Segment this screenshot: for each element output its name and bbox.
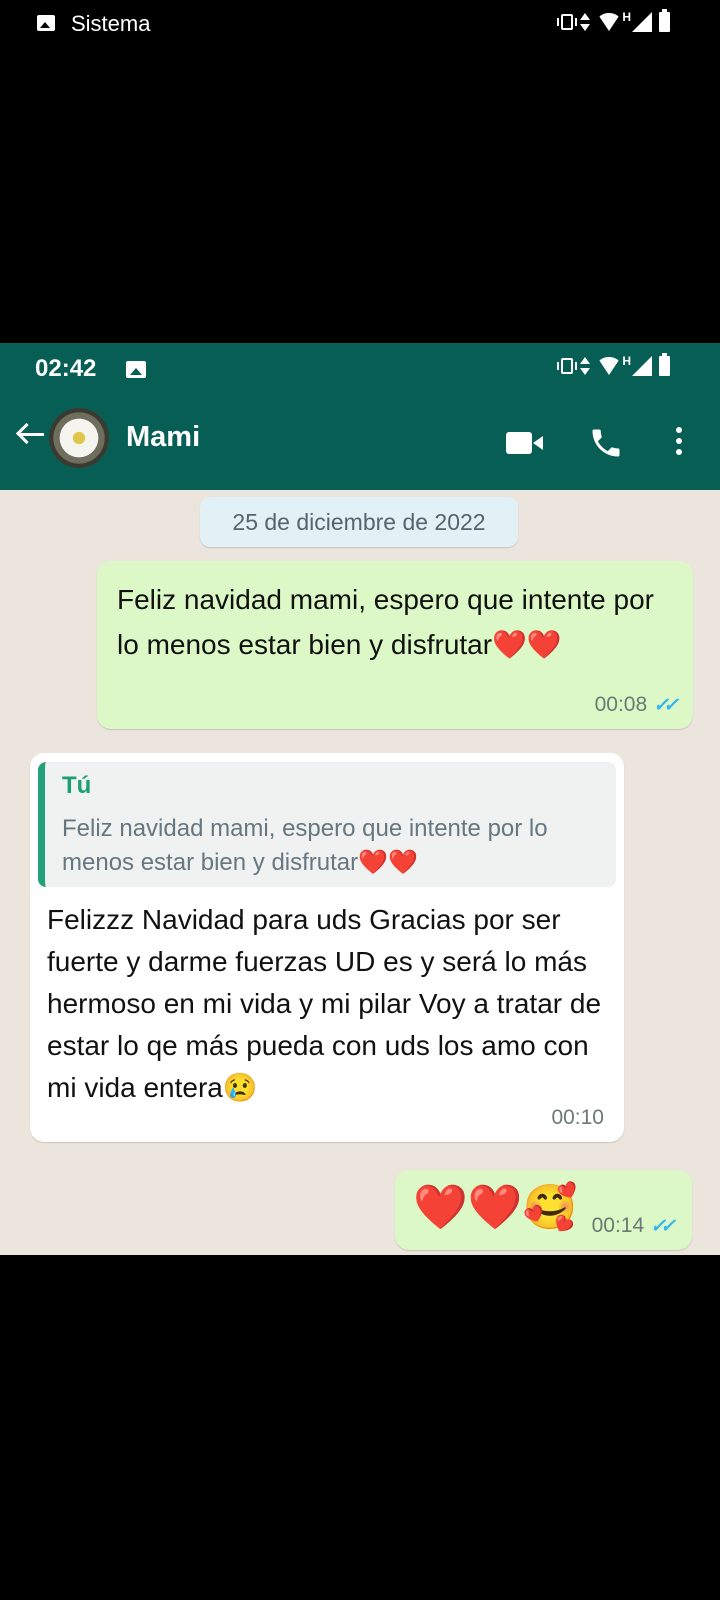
message-bubble-outgoing[interactable]: Feliz navidad mami, espero que intente p… [97, 561, 693, 729]
quoted-author: Tú [62, 772, 92, 799]
message-time: 00:10 [551, 1106, 604, 1129]
signal-icon [632, 356, 652, 376]
signal-icon [632, 12, 652, 32]
system-status-bar: Sistema H [0, 0, 720, 52]
battery-icon [659, 9, 670, 32]
chat-header: 02:42 H Mami [0, 343, 720, 490]
more-menu-icon[interactable] [674, 427, 684, 461]
double-check-icon: ✓✓ [653, 694, 679, 716]
message-time: 00:08 [594, 693, 648, 716]
network-type: H [622, 10, 631, 24]
contact-name[interactable]: Mami [126, 421, 200, 454]
data-arrows-icon [580, 357, 591, 375]
video-call-icon[interactable] [506, 432, 543, 454]
data-arrows-icon [580, 13, 591, 31]
message-bubble-incoming[interactable]: Tú Feliz navidad mami, espero que intent… [30, 753, 624, 1142]
message-text: ❤️❤️🥰 [413, 1183, 578, 1232]
message-time: 00:14 [591, 1214, 645, 1237]
phone-icon[interactable] [588, 425, 624, 461]
wifi-icon [597, 357, 622, 375]
message-text: Feliz navidad mami, espero que intente p… [117, 584, 654, 660]
message-meta: 00:14 ✓✓ [591, 1214, 676, 1238]
image-icon [126, 361, 146, 378]
message-bubble-outgoing[interactable]: ❤️❤️🥰 00:14 ✓✓ [395, 1170, 692, 1250]
image-icon [37, 15, 55, 31]
date-separator: 25 de diciembre de 2022 [200, 497, 518, 547]
message-list: 25 de diciembre de 2022 Feliz navidad ma… [0, 490, 720, 1255]
back-arrow-icon[interactable] [14, 419, 48, 449]
message-meta: 00:08 ✓✓ [594, 693, 679, 717]
notification-app-name: Sistema [71, 11, 151, 36]
status-icons: H [557, 9, 670, 32]
message-text: Felizzz Navidad para uds Gracias por ser… [47, 904, 602, 1103]
quoted-text: Feliz navidad mami, espero que intente p… [62, 815, 548, 876]
whatsapp-chat-screen: 02:42 H Mami 25 de diciembre de 2022 Fel… [0, 343, 720, 1255]
status-icons: H [557, 353, 670, 376]
quoted-message[interactable]: Tú Feliz navidad mami, espero que intent… [38, 762, 616, 887]
battery-icon [659, 353, 670, 376]
vibrate-icon [557, 14, 578, 30]
contact-avatar[interactable] [49, 408, 109, 468]
status-time: 02:42 [35, 355, 97, 382]
wifi-icon [597, 13, 622, 31]
message-meta: 00:10 [551, 1106, 604, 1130]
network-type: H [622, 354, 631, 368]
vibrate-icon [557, 358, 578, 374]
double-check-icon: ✓✓ [650, 1215, 676, 1237]
